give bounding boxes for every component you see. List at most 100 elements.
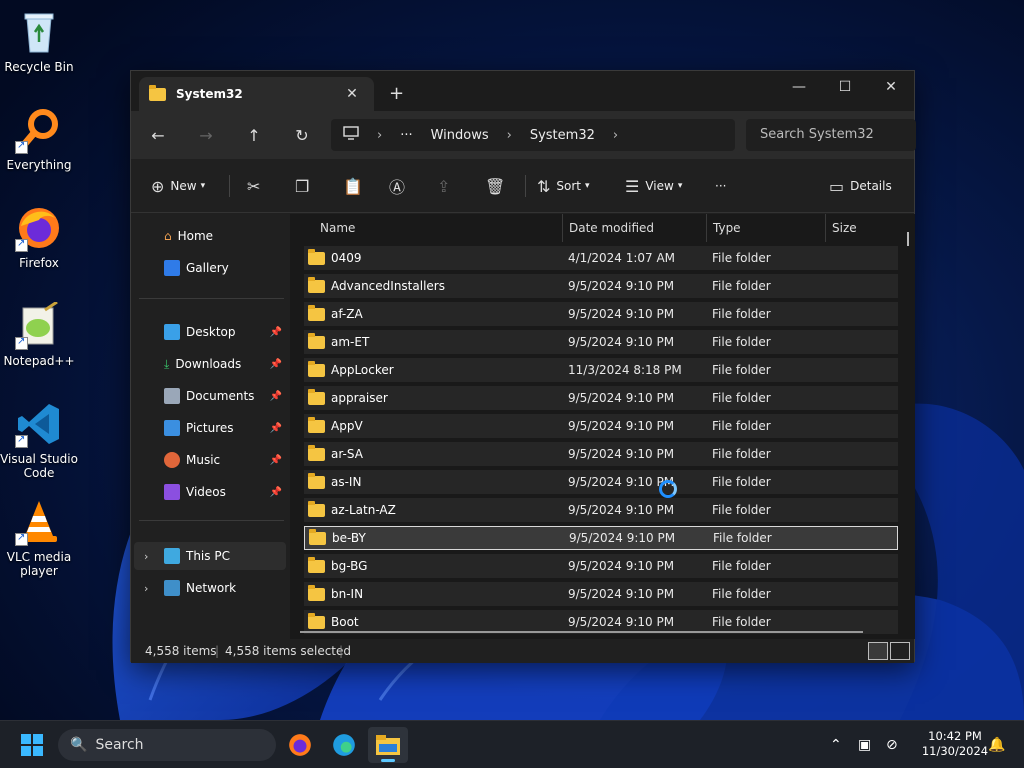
sidebar-item-network[interactable]: › Network — [134, 574, 286, 602]
table-row[interactable]: am-ET 9/5/2024 9:10 PM File folder — [304, 330, 898, 354]
tab-system32[interactable]: System32 ✕ — [139, 77, 374, 111]
table-row[interactable]: bn-IN 9/5/2024 9:10 PM File folder — [304, 582, 898, 606]
new-tab-button[interactable]: + — [389, 83, 404, 104]
table-row[interactable]: as-IN 9/5/2024 9:10 PM File folder — [304, 470, 898, 494]
table-row[interactable]: bg-BG 9/5/2024 9:10 PM File folder — [304, 554, 898, 578]
desktop-icon-notepadpp[interactable]: Notepad++ — [0, 300, 78, 368]
view-button[interactable]: ☰ View ▾ — [625, 173, 682, 199]
new-button[interactable]: ⊕ New ▾ — [151, 173, 205, 199]
notification-bell-icon[interactable]: 🔔 — [988, 721, 1005, 768]
file-name: ar-SA — [331, 447, 363, 461]
table-row[interactable]: be-BY 9/5/2024 9:10 PM File folder — [304, 526, 898, 550]
maximize-button[interactable]: ☐ — [822, 71, 868, 103]
show-hidden-icons-button[interactable]: ⌃ — [830, 721, 842, 768]
sidebar-item-documents[interactable]: Documents 📌 — [134, 382, 286, 410]
monitor-icon[interactable] — [343, 126, 359, 144]
rename-button[interactable]: Ⓐ — [389, 173, 411, 199]
desktop-icon-vlc[interactable]: VLC media player — [0, 498, 78, 578]
taskbar-search[interactable]: 🔍 Search — [58, 729, 276, 761]
network-status-icon[interactable]: ⊘ — [886, 721, 898, 768]
share-button[interactable]: ⇪ — [437, 173, 456, 199]
pin-icon: 📌 — [269, 326, 282, 338]
system-tray-app-icon[interactable]: ▣ — [858, 721, 871, 768]
back-button[interactable]: ← — [145, 123, 171, 149]
table-row[interactable]: ar-SA 9/5/2024 9:10 PM File folder — [304, 442, 898, 466]
taskbar-firefox[interactable] — [280, 727, 320, 763]
breadcrumb-item-system32[interactable]: System32 — [530, 128, 595, 143]
folder-icon — [308, 444, 325, 461]
vlc-icon — [15, 498, 63, 546]
clock[interactable]: 10:42 PM 11/30/2024 — [918, 729, 992, 759]
sidebar-item-pictures[interactable]: Pictures 📌 — [134, 414, 286, 442]
column-header-size[interactable]: Size — [826, 214, 906, 242]
more-options-button[interactable]: ··· — [715, 173, 726, 199]
chevron-right-icon[interactable]: › — [613, 128, 618, 143]
file-name-cell: be-BY — [305, 528, 569, 545]
column-header-date[interactable]: Date modified — [563, 214, 706, 242]
folder-icon — [308, 360, 325, 377]
file-name-cell: as-IN — [304, 472, 568, 489]
horizontal-scrollbar[interactable] — [300, 631, 863, 633]
pin-icon: 📌 — [269, 486, 282, 498]
shortcut-arrow-icon — [15, 140, 28, 154]
type-cell: File folder — [712, 559, 771, 573]
refresh-button[interactable]: ↻ — [289, 123, 315, 149]
sidebar-item-gallery[interactable]: Gallery — [134, 254, 286, 282]
sidebar-item-desktop[interactable]: Desktop 📌 — [134, 318, 286, 346]
desktop-icon-vscode[interactable]: Visual Studio Code — [0, 400, 78, 480]
sidebar-item-home[interactable]: ⌂ Home — [134, 222, 286, 250]
details-label: Details — [850, 179, 892, 193]
shortcut-arrow-icon — [15, 238, 28, 252]
vertical-scrollbar[interactable] — [907, 232, 909, 246]
table-row[interactable]: az-Latn-AZ 9/5/2024 9:10 PM File folder — [304, 498, 898, 522]
breadcrumb[interactable]: › ··· Windows › System32 › — [331, 119, 735, 151]
table-row[interactable]: AppV 9/5/2024 9:10 PM File folder — [304, 414, 898, 438]
delete-button[interactable]: 🗑 — [485, 173, 511, 199]
table-row[interactable]: appraiser 9/5/2024 9:10 PM File folder — [304, 386, 898, 410]
start-button[interactable] — [12, 727, 52, 763]
file-name: AppLocker — [331, 363, 394, 377]
table-row[interactable]: af-ZA 9/5/2024 9:10 PM File folder — [304, 302, 898, 326]
taskbar-edge[interactable] — [324, 727, 364, 763]
close-button[interactable]: ✕ — [868, 71, 914, 103]
breadcrumb-item-windows[interactable]: Windows — [431, 128, 489, 143]
sort-button[interactable]: ⇅ Sort ▾ — [537, 173, 590, 199]
up-button[interactable]: ↑ — [241, 123, 267, 149]
pin-icon: 📌 — [269, 390, 282, 402]
search-input[interactable]: Search System32 — [746, 119, 916, 151]
sidebar-item-videos[interactable]: Videos 📌 — [134, 478, 286, 506]
details-view-toggle[interactable] — [868, 642, 888, 660]
status-separator: | — [339, 644, 344, 658]
breadcrumb-overflow[interactable]: ··· — [400, 128, 412, 143]
type-cell: File folder — [712, 503, 771, 517]
cut-button[interactable]: ✂ — [247, 173, 266, 199]
details-pane-button[interactable]: ▭ Details — [829, 173, 892, 199]
table-row[interactable]: AppLocker 11/3/2024 8:18 PM File folder — [304, 358, 898, 382]
copy-button[interactable]: ❐ — [295, 173, 315, 199]
table-row[interactable]: AdvancedInstallers 9/5/2024 9:10 PM File f… — [304, 274, 898, 298]
desktop-icon-firefox[interactable]: Firefox — [0, 204, 78, 270]
copy-icon: ❐ — [295, 176, 310, 196]
shortcut-arrow-icon — [15, 336, 28, 350]
chevron-right-icon[interactable]: › — [144, 550, 148, 563]
sidebar-item-music[interactable]: Music 📌 — [134, 446, 286, 474]
chevron-right-icon[interactable]: › — [144, 582, 148, 595]
type-cell: File folder — [712, 615, 771, 629]
desktop-icon-recycle-bin[interactable]: Recycle Bin — [0, 8, 78, 74]
minimize-button[interactable]: — — [776, 71, 822, 103]
firefox-icon — [289, 734, 311, 756]
table-row[interactable]: 0409 4/1/2024 1:07 AM File folder — [304, 246, 898, 270]
column-header-type[interactable]: Type — [707, 214, 825, 242]
sidebar-item-downloads[interactable]: ⤓ Downloads 📌 — [134, 350, 286, 378]
folder-icon — [308, 612, 325, 629]
taskbar-file-explorer[interactable] — [368, 727, 408, 763]
tab-close-icon[interactable]: ✕ — [340, 86, 364, 102]
desktop-icon-everything[interactable]: Everything — [0, 106, 78, 172]
sidebar-item-this-pc[interactable]: › This PC — [134, 542, 286, 570]
toolbar-divider — [525, 175, 526, 197]
paste-button[interactable]: 📋 — [343, 173, 369, 199]
column-header-name[interactable]: Name — [314, 214, 562, 242]
item-count: 4,558 items — [145, 644, 217, 658]
forward-button[interactable]: → — [193, 123, 219, 149]
tiles-view-toggle[interactable] — [890, 642, 910, 660]
